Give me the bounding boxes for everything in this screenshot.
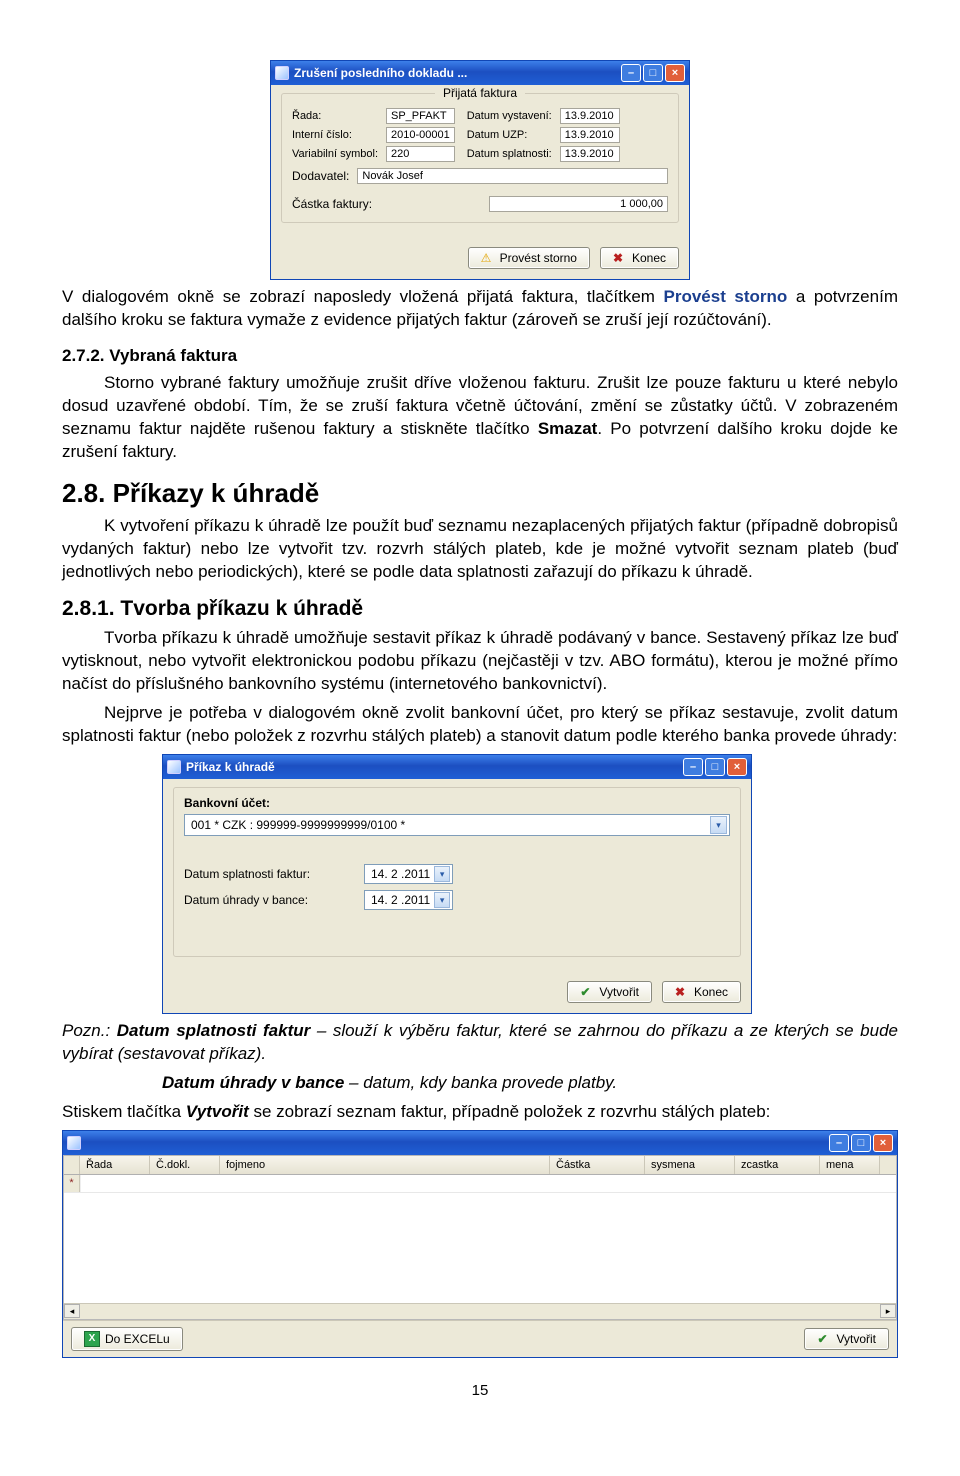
button-label: Vytvořit [836, 1332, 876, 1346]
titlebar[interactable]: Příkaz k úhradě – □ × [163, 755, 751, 779]
scroll-left-icon[interactable]: ◂ [64, 1304, 80, 1318]
scroll-right-icon[interactable]: ▸ [880, 1304, 896, 1318]
fieldset-legend: Přijatá faktura [435, 86, 525, 100]
warning-icon [481, 251, 495, 265]
close-icon[interactable]: × [665, 64, 685, 82]
value-dvyst: 13.9.2010 [560, 108, 620, 124]
note: Pozn.: Datum splatnosti faktur – slouží … [62, 1020, 898, 1066]
vytvorit-button[interactable]: Vytvořit [804, 1328, 889, 1350]
close-icon [675, 985, 689, 999]
table[interactable]: Řada Č.dokl. fojmeno Částka sysmena zcas… [63, 1155, 897, 1320]
label-castka: Částka faktury: [292, 197, 481, 211]
paragraph: Nejprve je potřeba v dialogovém okně zvo… [62, 702, 898, 748]
label-dodavatel: Dodavatel: [292, 169, 349, 183]
label-interni: Interní číslo: [292, 129, 378, 141]
col-fojmeno[interactable]: fojmeno [220, 1156, 550, 1174]
minimize-icon[interactable]: – [683, 758, 703, 776]
col-mena[interactable]: mena [820, 1156, 880, 1174]
check-icon [580, 985, 594, 999]
close-icon [613, 251, 627, 265]
label-splatnost: Datum splatnosti faktur: [184, 867, 354, 881]
dialog-storno: Zrušení posledního dokladu ... – □ × Při… [270, 60, 690, 280]
table-row[interactable]: * [64, 1175, 896, 1193]
export-excel-button[interactable]: Do EXCELu [71, 1327, 183, 1351]
fieldset-faktura: Přijatá faktura Řada: SP_PFAKT Interní č… [281, 93, 679, 223]
value-interni: 2010-00001 [386, 127, 455, 143]
fieldset-ucet: Bankovní účet: 001 * CZK : 999999-999999… [173, 787, 741, 957]
maximize-icon[interactable]: □ [643, 64, 663, 82]
app-icon [275, 66, 289, 80]
date-uhrada-input[interactable]: 14. 2 .2011 ▾ [364, 890, 453, 910]
label-rada: Řada: [292, 110, 378, 122]
button-label: Konec [694, 985, 728, 999]
button-label: Provést storno [500, 251, 577, 265]
excel-icon [84, 1331, 100, 1347]
value-varsym: 220 [386, 146, 455, 162]
account-select[interactable]: 001 * CZK : 999999-9999999999/0100 * ▾ [184, 814, 730, 836]
paragraph: Tvorba příkazu k úhradě umožňuje sestavi… [62, 627, 898, 696]
chevron-down-icon[interactable]: ▾ [434, 866, 450, 882]
heading-272: 2.7.2. Vybraná faktura [62, 346, 898, 366]
provest-storno-button[interactable]: Provést storno [468, 247, 590, 269]
close-icon[interactable]: × [727, 758, 747, 776]
value-dodavatel: Novák Josef [357, 168, 668, 184]
button-label: Vytvořit [599, 985, 639, 999]
value-dspl: 13.9.2010 [560, 146, 620, 162]
chevron-down-icon[interactable]: ▾ [710, 816, 727, 834]
value-duzp: 13.9.2010 [560, 127, 620, 143]
minimize-icon[interactable]: – [621, 64, 641, 82]
minimize-icon[interactable]: – [829, 1134, 849, 1152]
note: Datum úhrady v bance – datum, kdy banka … [62, 1072, 898, 1095]
maximize-icon[interactable]: □ [851, 1134, 871, 1152]
label-uhrada: Datum úhrady v bance: [184, 893, 354, 907]
col-cdokl[interactable]: Č.dokl. [150, 1156, 220, 1174]
maximize-icon[interactable]: □ [705, 758, 725, 776]
horizontal-scrollbar[interactable]: ◂ ▸ [64, 1303, 896, 1319]
col-castka[interactable]: Částka [550, 1156, 645, 1174]
heading-28: 2.8. Příkazy k úhradě [62, 478, 898, 509]
window-title: Zrušení posledního dokladu ... [294, 66, 621, 80]
col-zcastka[interactable]: zcastka [735, 1156, 820, 1174]
date-value: 14. 2 .2011 [371, 893, 430, 907]
label-dspl: Datum splatnosti: [467, 148, 552, 160]
paragraph: Stiskem tlačítka Vytvořit se zobrazí sez… [62, 1101, 898, 1124]
titlebar[interactable]: Zrušení posledního dokladu ... – □ × [271, 61, 689, 85]
col-rada[interactable]: Řada [80, 1156, 150, 1174]
date-splatnost-input[interactable]: 14. 2 .2011 ▾ [364, 864, 453, 884]
row-marker-icon: * [64, 1175, 80, 1192]
heading-281: 2.8.1. Tvorba příkazu k úhradě [62, 597, 898, 621]
konec-button[interactable]: Konec [600, 247, 679, 269]
chevron-down-icon[interactable]: ▾ [434, 892, 450, 908]
paragraph: K vytvoření příkazu k úhradě lze použít … [62, 515, 898, 584]
paragraph: Storno vybrané faktury umožňuje zrušit d… [62, 372, 898, 464]
dialog-table: – □ × Řada Č.dokl. fojmeno Částka sysmen… [62, 1130, 898, 1358]
dialog-prikaz: Příkaz k úhradě – □ × Bankovní účet: 001… [162, 754, 752, 1014]
value-castka: 1 000,00 [489, 196, 668, 212]
check-icon [817, 1332, 831, 1346]
label-account: Bankovní účet: [184, 796, 730, 810]
button-label: Do EXCELu [105, 1332, 170, 1346]
button-label: Konec [632, 251, 666, 265]
close-icon[interactable]: × [873, 1134, 893, 1152]
label-duzp: Datum UZP: [467, 129, 552, 141]
date-value: 14. 2 .2011 [371, 867, 430, 881]
app-icon [167, 760, 181, 774]
page-number: 15 [62, 1382, 898, 1399]
table-header: Řada Č.dokl. fojmeno Částka sysmena zcas… [64, 1156, 896, 1175]
label-dvyst: Datum vystavení: [467, 110, 552, 122]
app-icon [67, 1136, 81, 1150]
vytvorit-button[interactable]: Vytvořit [567, 981, 652, 1003]
label-varsym: Variabilní symbol: [292, 148, 378, 160]
value-rada: SP_PFAKT [386, 108, 455, 124]
select-value: 001 * CZK : 999999-9999999999/0100 * [191, 818, 405, 832]
col-sysmena[interactable]: sysmena [645, 1156, 735, 1174]
window-title: Příkaz k úhradě [186, 760, 683, 774]
paragraph: V dialogovém okně se zobrazí naposledy v… [62, 286, 898, 332]
titlebar[interactable]: – □ × [63, 1131, 897, 1155]
konec-button[interactable]: Konec [662, 981, 741, 1003]
